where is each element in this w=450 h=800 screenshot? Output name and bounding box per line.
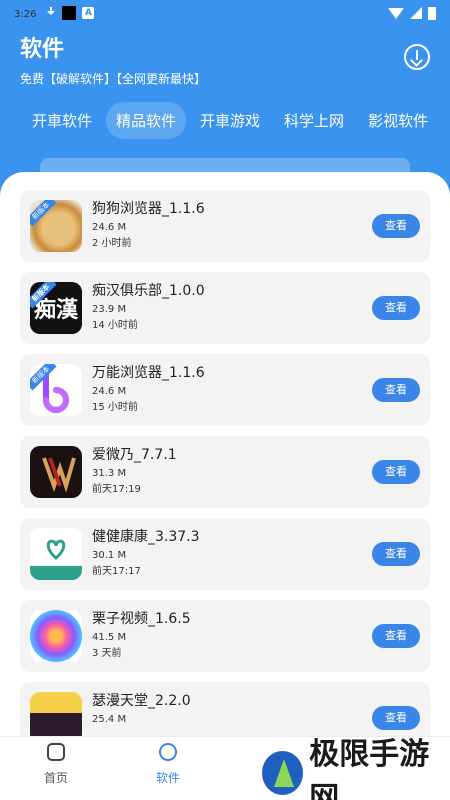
app-header: 软件 免费【破解软件】【全网更新最快】 [0, 26, 450, 96]
app-time: 2 小时前 [92, 238, 132, 249]
tab-vpn[interactable]: 科学上网 [274, 102, 354, 139]
tab-kaiche-software[interactable]: 开車软件 [22, 102, 102, 139]
home-icon [47, 743, 65, 761]
new-version-badge: 新版本 [30, 200, 57, 227]
app-size: 24.6 M [92, 386, 127, 397]
nav-software-label: 软件 [155, 771, 180, 785]
app-size: 25.4 M [92, 714, 127, 725]
app-size: 30.1 M [92, 550, 127, 561]
tab-featured-software[interactable]: 精品软件 [106, 101, 187, 139]
nav-software[interactable]: 软件 [138, 743, 198, 786]
status-time: 3:26 [14, 9, 37, 20]
app-name: 痴汉俱乐部_1.0.0 [92, 283, 205, 299]
status-bar: 3:26 A [0, 0, 450, 26]
view-button[interactable]: 查看 [372, 706, 420, 730]
battery-icon [428, 6, 436, 20]
category-tabs: 开車软件 精品软件 开車游戏 科学上网 影视软件 [0, 100, 450, 140]
app-time: 前天17:17 [92, 566, 141, 577]
wanneng-icon: 新版本 [30, 364, 82, 416]
app-size: 23.9 M [92, 304, 127, 315]
jiankang-icon [30, 528, 82, 580]
list-item[interactable]: 健健康康_3.37.3 30.1 M 前天17:17 查看 [20, 518, 430, 590]
software-icon [159, 743, 177, 761]
list-item[interactable]: 新版本 万能浏览器_1.1.6 24.6 M 15 小时前 查看 [20, 354, 430, 426]
list-item[interactable]: 痴漢 新版本 痴汉俱乐部_1.0.0 23.9 M 14 小时前 查看 [20, 272, 430, 344]
view-button[interactable]: 查看 [372, 460, 420, 484]
app-time: 3 天前 [92, 648, 122, 659]
tab-video-software[interactable]: 影视软件 [358, 102, 438, 139]
app-size: 31.3 M [92, 468, 127, 479]
doge-icon: 新版本 [30, 200, 82, 252]
download-notification-icon [46, 7, 56, 19]
page-title: 软件 [20, 37, 65, 62]
nav-home[interactable]: 首页 [26, 743, 86, 786]
page-subtitle: 免费【破解软件】【全网更新最快】 [20, 72, 207, 86]
app-name: 栗子视频_1.6.5 [92, 611, 191, 627]
app-name: 健健康康_3.37.3 [92, 529, 200, 545]
app-name: 万能浏览器_1.1.6 [92, 365, 205, 381]
app-time: 15 小时前 [92, 402, 138, 413]
app-size: 24.6 M [92, 222, 127, 233]
watermark-text: 极限手游网 [309, 736, 430, 800]
view-button[interactable]: 查看 [372, 378, 420, 402]
a-notification-icon: A [82, 7, 95, 19]
app-notification-icon [62, 6, 77, 20]
watermark-logo-icon [262, 750, 304, 795]
app-time: 前天17:19 [92, 484, 141, 495]
tab-kaiche-games[interactable]: 开車游戏 [190, 102, 270, 139]
new-version-badge: 新版本 [30, 282, 57, 309]
view-button[interactable]: 查看 [372, 214, 420, 238]
list-item[interactable]: 新版本 狗狗浏览器_1.1.6 24.6 M 2 小时前 查看 [20, 190, 430, 262]
app-size: 41.5 M [92, 632, 127, 643]
nav-home-label: 首页 [43, 771, 68, 785]
view-button[interactable]: 查看 [372, 624, 420, 648]
content-sheet: 新版本 狗狗浏览器_1.1.6 24.6 M 2 小时前 查看 痴漢 新版本 痴… [0, 172, 450, 800]
app-list: 新版本 狗狗浏览器_1.1.6 24.6 M 2 小时前 查看 痴漢 新版本 痴… [20, 190, 430, 764]
download-manager-icon[interactable] [404, 44, 430, 70]
signal-icon [410, 7, 422, 19]
chihan-icon: 痴漢 新版本 [30, 282, 82, 334]
app-name: 狗狗浏览器_1.1.6 [92, 201, 205, 217]
wifi-icon [388, 7, 404, 19]
view-button[interactable]: 查看 [372, 296, 420, 320]
list-item[interactable]: 栗子视频_1.6.5 41.5 M 3 天前 查看 [20, 600, 430, 672]
view-button[interactable]: 查看 [372, 542, 420, 566]
lizi-icon [30, 610, 82, 662]
app-name: 瑟漫天堂_2.2.0 [92, 693, 191, 709]
list-item[interactable]: 爱微乃_7.7.1 31.3 M 前天17:19 查看 [20, 436, 430, 508]
app-time: 14 小时前 [92, 320, 138, 331]
app-name: 爱微乃_7.7.1 [92, 447, 177, 463]
site-watermark: 极限手游网 [262, 737, 450, 800]
aiweinai-icon [30, 446, 82, 498]
